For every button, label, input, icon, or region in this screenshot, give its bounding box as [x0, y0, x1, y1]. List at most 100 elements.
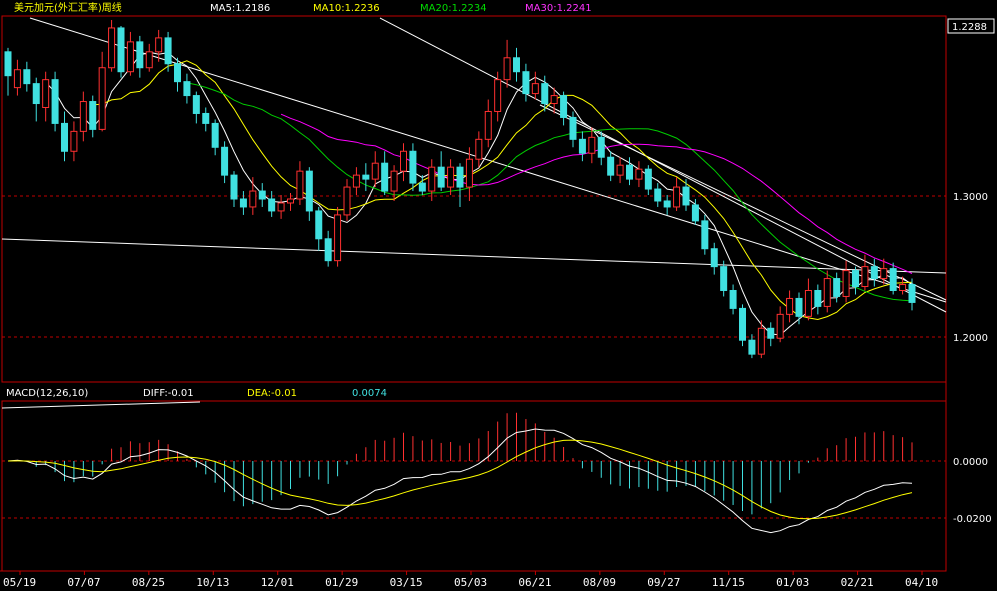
- candle-body[interactable]: [89, 101, 97, 130]
- ma20-label: MA20:1.2234: [420, 3, 487, 14]
- candle-body[interactable]: [13, 69, 21, 89]
- candle-body[interactable]: [400, 150, 407, 172]
- candle-body[interactable]: [776, 313, 784, 339]
- candle-body[interactable]: [889, 268, 897, 291]
- candle-body[interactable]: [767, 327, 775, 339]
- candle-body[interactable]: [117, 27, 125, 73]
- candle-body[interactable]: [710, 248, 718, 268]
- candle-body[interactable]: [221, 146, 229, 176]
- candle-body[interactable]: [390, 170, 398, 192]
- candle-body[interactable]: [362, 174, 370, 180]
- candle-body[interactable]: [447, 166, 455, 188]
- candle-body[interactable]: [352, 174, 360, 188]
- candle-body[interactable]: [155, 37, 163, 53]
- candle-body[interactable]: [804, 289, 812, 317]
- candle-body[interactable]: [644, 168, 652, 190]
- candle-body[interactable]: [701, 220, 709, 250]
- candle-body[interactable]: [164, 37, 172, 65]
- candle-body[interactable]: [673, 186, 681, 208]
- candle-body[interactable]: [475, 138, 483, 160]
- candle-body[interactable]: [465, 158, 473, 188]
- candle-body[interactable]: [315, 210, 323, 240]
- candle-body[interactable]: [880, 268, 888, 280]
- candle-body[interactable]: [823, 278, 831, 307]
- candle-body[interactable]: [42, 79, 50, 109]
- candle-body[interactable]: [833, 278, 841, 297]
- candle-body[interactable]: [108, 27, 116, 69]
- candle-body[interactable]: [682, 186, 690, 206]
- candle-body[interactable]: [183, 81, 191, 97]
- candle-body[interactable]: [305, 170, 313, 212]
- candle-body[interactable]: [541, 83, 549, 105]
- candle-body[interactable]: [739, 307, 746, 341]
- candle-body[interactable]: [239, 198, 247, 208]
- candle-body[interactable]: [409, 150, 417, 184]
- candle-body[interactable]: [748, 339, 756, 355]
- candle-body[interactable]: [531, 83, 539, 95]
- candle-body[interactable]: [211, 122, 219, 148]
- candle-body[interactable]: [899, 284, 907, 291]
- candle-body[interactable]: [343, 186, 351, 216]
- candle-body[interactable]: [588, 136, 596, 154]
- candle-body[interactable]: [371, 162, 379, 180]
- candle-body[interactable]: [437, 166, 445, 188]
- candle-body[interactable]: [720, 266, 728, 291]
- candle-body[interactable]: [268, 198, 276, 212]
- candle-body[interactable]: [428, 166, 436, 192]
- candle-body[interactable]: [296, 170, 304, 200]
- candle-body[interactable]: [32, 83, 40, 105]
- candle-body[interactable]: [277, 202, 285, 212]
- candle-body[interactable]: [51, 79, 59, 124]
- candle-body[interactable]: [79, 101, 87, 132]
- candle-body[interactable]: [494, 79, 502, 112]
- candle-body[interactable]: [70, 130, 78, 152]
- candle-body[interactable]: [98, 67, 106, 130]
- candle-body[interactable]: [635, 168, 643, 180]
- candle-body[interactable]: [757, 327, 765, 355]
- candle-body[interactable]: [418, 182, 426, 192]
- candle-body[interactable]: [814, 289, 822, 307]
- candle-body[interactable]: [4, 51, 12, 77]
- candle-body[interactable]: [23, 69, 31, 85]
- candle-body[interactable]: [456, 166, 464, 188]
- candle-body[interactable]: [870, 266, 878, 280]
- candle-body[interactable]: [729, 289, 737, 309]
- candle-body[interactable]: [258, 190, 266, 200]
- candle-body[interactable]: [174, 63, 181, 83]
- candle-body[interactable]: [578, 138, 586, 154]
- candle-body[interactable]: [136, 41, 144, 69]
- candle-body[interactable]: [145, 51, 153, 69]
- candle-body[interactable]: [334, 214, 342, 262]
- candle-body[interactable]: [192, 95, 200, 114]
- candle-body[interactable]: [597, 136, 605, 158]
- candle-body[interactable]: [202, 112, 210, 124]
- candle-body[interactable]: [503, 57, 511, 81]
- candle-body[interactable]: [908, 284, 916, 303]
- candle-body[interactable]: [324, 238, 332, 262]
- candle-body[interactable]: [522, 71, 530, 95]
- candle-body[interactable]: [560, 95, 568, 118]
- candle-body[interactable]: [484, 110, 492, 140]
- candle-body[interactable]: [61, 122, 68, 152]
- candle-body[interactable]: [852, 270, 859, 288]
- candle-body[interactable]: [287, 198, 294, 204]
- candle-body[interactable]: [230, 174, 238, 200]
- candle-body[interactable]: [381, 162, 389, 192]
- candle-body[interactable]: [550, 95, 558, 105]
- candle-body[interactable]: [795, 297, 803, 317]
- candle-body[interactable]: [513, 57, 520, 73]
- candle-body[interactable]: [626, 164, 633, 180]
- candle-body[interactable]: [569, 116, 577, 140]
- main-frame: [1, 15, 947, 383]
- candle-body[interactable]: [786, 297, 794, 315]
- candle-body[interactable]: [663, 200, 671, 208]
- candle-body[interactable]: [607, 156, 615, 176]
- candle-body[interactable]: [616, 164, 624, 176]
- candle-body[interactable]: [126, 41, 134, 73]
- candle-body[interactable]: [654, 188, 662, 202]
- candle-body[interactable]: [691, 204, 699, 222]
- candle-body[interactable]: [861, 266, 869, 288]
- candle-body[interactable]: [249, 190, 257, 208]
- candlestick-chart[interactable]: 美元加元(外汇汇率)周线 MA5:1.2186 MA10:1.2236 MA20…: [0, 0, 997, 591]
- candle-body[interactable]: [842, 270, 850, 297]
